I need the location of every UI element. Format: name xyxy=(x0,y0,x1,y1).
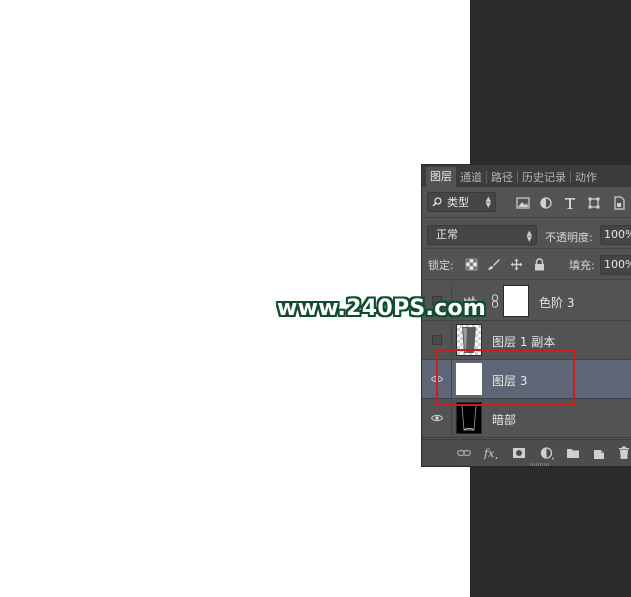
lock-icon[interactable] xyxy=(533,258,546,271)
lock-label: 锁定: xyxy=(428,259,454,272)
link-layers-icon[interactable] xyxy=(457,446,471,460)
move-icon[interactable] xyxy=(510,258,523,271)
layer-mask-thumbnail[interactable] xyxy=(503,285,529,317)
visibility-toggle[interactable] xyxy=(432,335,442,345)
tab-layers[interactable]: 图层 xyxy=(426,167,456,187)
layer-name: 色阶 3 xyxy=(539,296,575,310)
trash-icon[interactable] xyxy=(617,446,631,460)
image-filter-icon[interactable] xyxy=(516,196,530,210)
fx-icon[interactable]: fx xyxy=(484,446,498,460)
lock-transparent-pixels-icon[interactable] xyxy=(465,258,478,271)
fill-input[interactable]: 100% xyxy=(600,255,631,275)
new-layer-icon[interactable] xyxy=(592,446,606,460)
smart-object-filter-icon[interactable] xyxy=(612,196,626,210)
shape-filter-icon[interactable] xyxy=(587,196,601,210)
tab-paths[interactable]: 路径 xyxy=(487,168,517,187)
layer-name: 图层 1 副本 xyxy=(492,335,556,349)
tab-history[interactable]: 历史记录 xyxy=(518,168,570,187)
cup-outline-thumbnail-image xyxy=(461,405,477,431)
type-filter-icon[interactable] xyxy=(563,196,577,210)
panel-tab-bar: 图层 通道 路径 历史记录 动作 xyxy=(422,165,631,187)
search-icon xyxy=(432,197,442,207)
layer-thumbnail[interactable] xyxy=(456,402,482,434)
filter-kind-label: 类型 xyxy=(447,196,469,209)
opacity-input[interactable]: 100% xyxy=(600,225,631,245)
new-adjustment-layer-icon[interactable] xyxy=(540,446,554,460)
adjustment-filter-icon[interactable] xyxy=(539,196,553,210)
annotation-highlight-box xyxy=(436,349,575,406)
resize-grip[interactable] xyxy=(530,463,550,466)
tab-actions[interactable]: 动作 xyxy=(571,168,601,187)
filter-kind-select[interactable]: 类型 ▲ ▼ xyxy=(427,192,496,212)
blend-mode-select[interactable]: 正常 ▲ ▼ xyxy=(427,225,537,245)
brush-icon[interactable] xyxy=(487,258,500,271)
filter-row: 类型 ▲ ▼ xyxy=(422,188,631,218)
blend-row: 正常 ▲▼ 不透明度: 100% xyxy=(422,219,631,249)
opacity-label: 不透明度: xyxy=(545,231,593,244)
fill-label: 填充: xyxy=(569,259,595,272)
lock-row: 锁定: 填充: 100% xyxy=(422,250,631,280)
layers-footer-toolbar: fx xyxy=(422,439,631,466)
chevron-updown-icon: ▲ ▼ xyxy=(485,195,491,209)
chevron-updown-icon: ▲ ▼ xyxy=(526,229,532,243)
tab-channels[interactable]: 通道 xyxy=(456,168,486,187)
watermark-text: www.240PS.com xyxy=(277,296,487,321)
layer-name: 暗部 xyxy=(492,413,517,427)
folder-icon[interactable] xyxy=(566,446,580,460)
blend-mode-label: 正常 xyxy=(436,228,458,241)
svg-text:fx: fx xyxy=(484,447,495,460)
eye-icon[interactable] xyxy=(431,412,443,424)
add-mask-icon[interactable] xyxy=(512,446,526,460)
link-chain-icon[interactable] xyxy=(491,294,499,308)
